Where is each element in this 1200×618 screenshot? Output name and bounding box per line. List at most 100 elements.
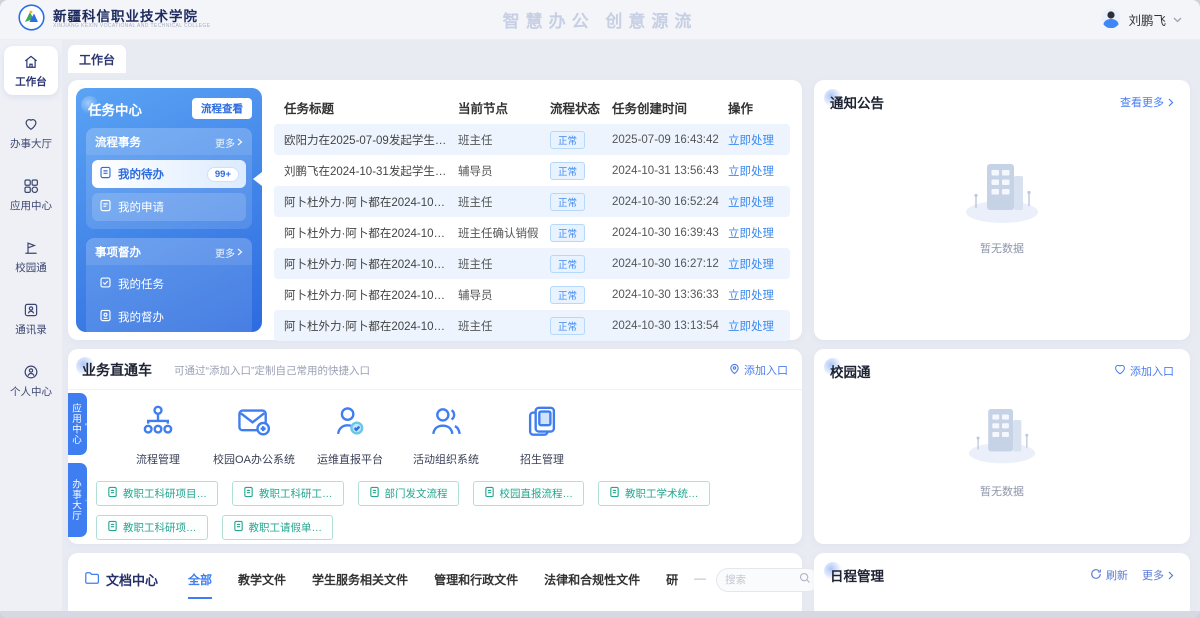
task-title: 欧阳力在2025-07-09发起学生请假审批 — [274, 132, 458, 148]
schedule-more-link[interactable]: 更多 — [1142, 567, 1174, 583]
refresh-link[interactable]: 刷新 — [1090, 567, 1128, 583]
process-affairs-more-link[interactable]: 更多 — [215, 135, 243, 150]
app-campus-oa[interactable]: 校园OA办公系统 — [206, 403, 302, 467]
sidebar-item-service-hall[interactable]: 办事大厅 — [4, 108, 58, 157]
app-process-management[interactable]: 流程管理 — [110, 403, 206, 467]
handle-now-link[interactable]: 立即处理 — [728, 256, 790, 272]
empty-text: 暂无数据 — [980, 240, 1024, 256]
task-center-title: 任务中心 — [86, 99, 142, 119]
app-activity-org[interactable]: 活动组织系统 — [398, 403, 494, 467]
doc-file-icon — [484, 486, 495, 501]
sidebar-item-personal[interactable]: 个人中心 — [4, 356, 58, 405]
quick-link-button[interactable]: 教职工学术统… — [598, 481, 710, 506]
quick-link-button[interactable]: 教职工科研工… — [232, 481, 344, 506]
process-affairs-title: 流程事务 — [95, 134, 141, 150]
user-check-icon — [331, 403, 369, 444]
supervision-title: 事项督办 — [95, 244, 141, 260]
task-node: 班主任 — [458, 132, 550, 148]
doc-tab[interactable]: 教学文件 — [238, 567, 286, 597]
doc-tab[interactable]: 学生服务相关文件 — [312, 567, 408, 597]
task-time: 2024-10-30 16:27:12 — [612, 258, 728, 270]
side-tab-app-center[interactable]: 应用中心 — [68, 393, 87, 455]
empty-illustration — [958, 396, 1046, 468]
document-search-box[interactable] — [716, 568, 820, 592]
app-ops-report[interactable]: 运维直报平台 — [302, 403, 398, 467]
search-input[interactable] — [725, 574, 795, 586]
quick-links-row: 教职工科研项目… 教职工科研工… 部门发文流程 校园直报流程… 教职工学术统… … — [96, 481, 786, 540]
campus-title: 校园通 — [830, 361, 871, 381]
empty-text: 暂无数据 — [980, 483, 1024, 499]
my-supervision-item[interactable]: 我的督办 — [92, 303, 246, 331]
workspace-tabbar: 工作台 — [68, 40, 1190, 73]
refresh-icon — [1090, 568, 1102, 583]
school-name-english: XINJIANG KEXIN VOCATIONAL AND TECHNICAL … — [53, 24, 210, 29]
task-time: 2024-10-31 13:56:43 — [612, 165, 728, 177]
app-shortcut-row: 流程管理 校园OA办公系统 运维直报平台 — [110, 403, 802, 467]
school-logo-icon — [18, 4, 45, 36]
window-bottom-edge — [0, 611, 1200, 618]
doc-tab[interactable]: 研 — [666, 567, 678, 597]
handle-now-link[interactable]: 立即处理 — [728, 318, 790, 334]
my-apply-label: 我的申请 — [118, 199, 164, 215]
handle-now-link[interactable]: 立即处理 — [728, 132, 790, 148]
my-todo-item[interactable]: 我的待办 99+ — [92, 160, 246, 188]
doc-tab[interactable]: 法律和合规性文件 — [544, 567, 640, 597]
side-tab-service-hall[interactable]: 办事大厅 — [68, 463, 87, 537]
table-row: 阿卜杜外力·阿卜都在2024-10-30发起学生请假… 班主任 正常 2024-… — [274, 310, 790, 341]
handle-now-link[interactable]: 立即处理 — [728, 225, 790, 241]
sidebar-item-campus[interactable]: 校园通 — [4, 232, 58, 281]
user-menu[interactable]: 刘鹏飞 — [1101, 8, 1182, 31]
my-apply-item[interactable]: 我的申请 — [92, 193, 246, 221]
my-tasks-label: 我的任务 — [118, 276, 164, 292]
handle-now-link[interactable]: 立即处理 — [728, 163, 790, 179]
business-express-card: 业务直通车 可通过“添加入口”定制自己常用的快捷入口 添加入口 流程管理 — [68, 349, 802, 544]
tabs-overflow-dash: — — [694, 571, 706, 585]
schedule-panel: 日程管理 刷新 更多 — [814, 553, 1190, 618]
my-supervision-label: 我的督办 — [118, 309, 164, 325]
task-title: 阿卜杜外力·阿卜都在2024-10-30发起学生请假… — [274, 194, 458, 210]
sidebar-item-contacts[interactable]: 通讯录 — [4, 294, 58, 343]
doc-tab[interactable]: 管理和行政文件 — [434, 567, 518, 597]
tab-workbench[interactable]: 工作台 — [68, 45, 126, 73]
table-row: 阿卜杜外力·阿卜都在2024-10-30发起学生请假… 班主任 正常 2024-… — [274, 248, 790, 279]
my-tasks-item[interactable]: 我的任务 — [92, 270, 246, 298]
quick-link-button[interactable]: 教职工科研项… — [96, 515, 208, 540]
table-row: 阿卜杜外力·阿卜都在2024-10-30发起学生请假… 班主任确认销假 正常 2… — [274, 217, 790, 248]
task-title: 阿卜杜外力·阿卜都在2024-10-30发起学生请假… — [274, 225, 458, 241]
supervision-more-link[interactable]: 更多 — [215, 245, 243, 260]
quick-link-button[interactable]: 教职工科研项目… — [96, 481, 218, 506]
add-entry-link[interactable]: 添加入口 — [729, 362, 788, 378]
search-icon[interactable] — [799, 571, 811, 589]
task-center-panel: 任务中心 流程查看 流程事务 更多 我的待办 — [76, 88, 262, 332]
app-admissions[interactable]: 招生管理 — [494, 403, 590, 467]
quick-link-button[interactable]: 部门发文流程 — [358, 481, 459, 506]
handle-now-link[interactable]: 立即处理 — [728, 194, 790, 210]
supervision-doc-icon — [99, 309, 112, 325]
chevron-down-icon — [1173, 17, 1182, 23]
sidebar-label: 个人中心 — [10, 384, 52, 399]
business-express-subtitle: 可通过“添加入口”定制自己常用的快捷入口 — [174, 363, 370, 378]
schedule-title: 日程管理 — [830, 565, 884, 585]
table-row: 阿卜杜外力·阿卜都在2024-10-30发起学生请假… 辅导员 正常 2024-… — [274, 279, 790, 310]
doc-file-icon — [107, 486, 118, 501]
campus-add-entry-link[interactable]: 添加入口 — [1114, 363, 1174, 379]
app-label: 流程管理 — [136, 451, 180, 467]
side-tab-label: 应用中心 — [68, 403, 82, 445]
task-center-card: 任务中心 流程查看 流程事务 更多 我的待办 — [68, 80, 802, 340]
doc-tab[interactable]: 全部 — [188, 567, 212, 599]
quick-link-label: 部门发文流程 — [385, 486, 448, 501]
quick-link-button[interactable]: 教职工请假单… — [222, 515, 334, 540]
user-circle-icon — [22, 363, 40, 381]
view-process-button[interactable]: 流程查看 — [192, 98, 252, 119]
quick-link-button[interactable]: 校园直报流程… — [473, 481, 585, 506]
task-time: 2024-10-30 16:39:43 — [612, 227, 728, 239]
document-center-title-block: 文档中心 — [84, 570, 158, 589]
home-icon — [22, 53, 40, 71]
handle-now-link[interactable]: 立即处理 — [728, 287, 790, 303]
school-logo-block: 新疆科信职业技术学院 XINJIANG KEXIN VOCATIONAL AND… — [18, 4, 210, 36]
task-title: 阿卜杜外力·阿卜都在2024-10-30发起学生请假… — [274, 256, 458, 272]
sidebar-label: 工作台 — [15, 74, 47, 89]
sidebar-item-workbench[interactable]: 工作台 — [4, 46, 58, 95]
notice-more-link[interactable]: 查看更多 — [1120, 94, 1174, 110]
sidebar-item-app-center[interactable]: 应用中心 — [4, 170, 58, 219]
